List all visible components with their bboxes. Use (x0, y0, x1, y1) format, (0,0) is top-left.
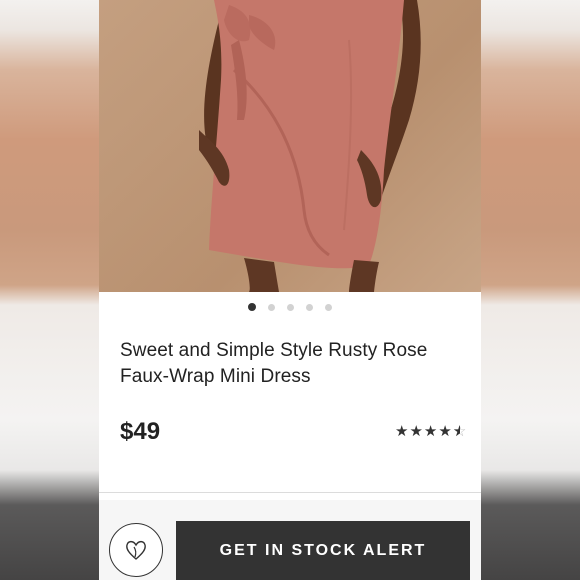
star-icon: ★ (438, 423, 452, 440)
carousel-dot[interactable] (287, 303, 294, 311)
product-image[interactable] (99, 0, 481, 292)
star-icon: ★ (409, 423, 423, 440)
carousel-dot[interactable] (248, 303, 256, 311)
carousel-dot[interactable] (325, 303, 332, 311)
divider (99, 492, 481, 493)
product-title-line1: Sweet and Simple Style Rusty Rose (120, 340, 428, 361)
star-icon: ★ (395, 423, 409, 440)
dress-photo-illustration (199, 0, 421, 292)
carousel-dots (99, 302, 481, 312)
carousel-dot[interactable] (268, 303, 275, 311)
star-icon: ★ (423, 423, 438, 440)
wishlist-button[interactable] (109, 523, 163, 577)
product-title: Sweet and Simple Style Rusty Rose Faux-W… (120, 338, 465, 390)
product-card: Sweet and Simple Style Rusty Rose Faux-W… (99, 0, 481, 580)
heart-icon (126, 540, 146, 560)
stock-alert-button[interactable]: GET IN STOCK ALERT (176, 521, 470, 580)
carousel-dot[interactable] (306, 303, 313, 311)
rating-stars[interactable]: ★ ★ ★ ★ ☆ ★ (395, 422, 466, 440)
half-star-icon: ☆ ★ (452, 423, 467, 440)
product-price: $49 (120, 418, 161, 445)
stock-alert-label: GET IN STOCK ALERT (219, 541, 427, 559)
product-title-line2: Faux-Wrap Mini Dress (120, 366, 311, 387)
